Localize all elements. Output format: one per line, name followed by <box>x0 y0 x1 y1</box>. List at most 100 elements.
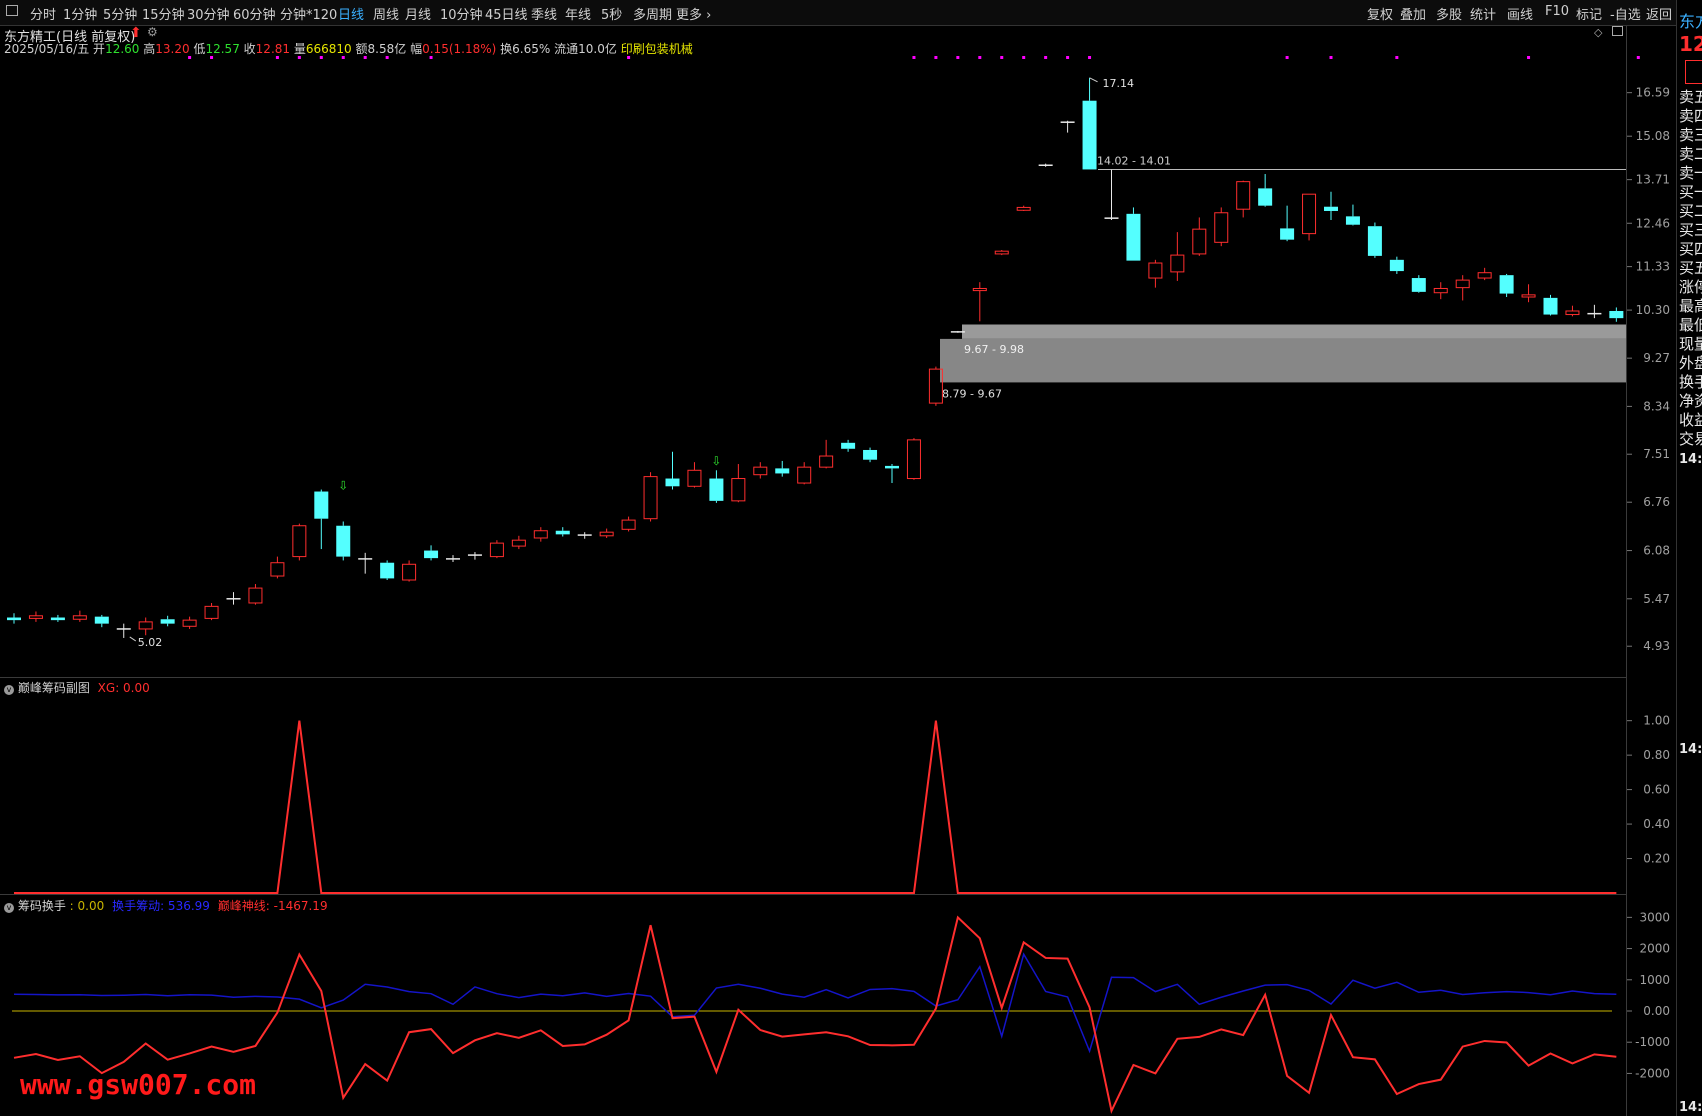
high-label: 17.14 <box>1103 77 1135 90</box>
zone-label: 9.67 - 9.98 <box>964 343 1024 356</box>
candle-body <box>687 469 702 487</box>
y-tick-label: 9.27 <box>1643 351 1670 365</box>
chip-zone-mid <box>962 324 1626 339</box>
quote-label-0: 卖五 <box>1679 88 1702 106</box>
settings-icon[interactable]: ⚙ <box>147 25 158 39</box>
period-tab-4[interactable]: 30分钟 <box>187 4 230 23</box>
toolbar-button-8[interactable]: 返回 <box>1646 4 1672 23</box>
time-label: 14:5 <box>1679 452 1702 467</box>
low-marker <box>129 636 137 642</box>
signal-dot <box>1285 56 1289 59</box>
period-tab-15[interactable]: 多周期 <box>633 4 672 23</box>
ohlc-info-line: 2025/05/16/五 开12.60 高13.20 低12.57 收12.81… <box>4 40 693 57</box>
sector-label[interactable]: 印刷包装机械 <box>621 42 693 56</box>
signal-dot <box>1000 56 1004 59</box>
candle-body <box>1016 206 1031 211</box>
toolbar-button-6[interactable]: 标记 <box>1576 4 1602 23</box>
sub2-header: v 筹码换手 : 0.00 换手筹动: 536.99 巅峰神线: -1467.1… <box>4 897 328 914</box>
collapse-icon[interactable]: v <box>4 903 14 913</box>
watermark: www.gsw007.com <box>20 1068 257 1101</box>
candle-body <box>1148 262 1163 279</box>
y-tick-label: 6.08 <box>1643 544 1670 558</box>
period-tab-3[interactable]: 15分钟 <box>142 4 185 23</box>
quote-label-1: 卖四 <box>1679 107 1702 125</box>
zone-label: 14.02 - 14.01 <box>1097 154 1171 167</box>
signal-dot <box>912 56 916 59</box>
sub1-title[interactable]: 巅峰筹码副图 <box>18 681 90 695</box>
red-box-icon[interactable] <box>1685 60 1702 84</box>
low-label: 5.02 <box>138 636 163 649</box>
quote-label-5: 买一 <box>1679 183 1702 201</box>
period-tab-2[interactable]: 5分钟 <box>103 4 137 23</box>
period-tab-16[interactable]: 更多 › <box>676 4 711 23</box>
signal-dot <box>1044 56 1048 59</box>
float-label: 流通 <box>554 42 579 56</box>
period-tab-1[interactable]: 1分钟 <box>63 4 97 23</box>
candle-body <box>665 478 680 487</box>
signal-dot <box>1088 56 1092 59</box>
toolbar-button-1[interactable]: 叠加 <box>1400 4 1426 23</box>
candle-body <box>753 466 768 476</box>
amount-label: 额 <box>355 42 368 56</box>
signal-dot <box>1527 56 1531 59</box>
candle-body <box>797 466 812 484</box>
candle-body <box>1521 294 1536 298</box>
candle-body <box>1411 278 1426 292</box>
y-tick-label: 0.80 <box>1643 748 1670 762</box>
y-tick-label: 10.30 <box>1636 303 1670 317</box>
period-tab-7[interactable]: 日线 <box>338 4 364 23</box>
toolbar-button-3[interactable]: 统计 <box>1470 4 1496 23</box>
y-tick-label: 1.00 <box>1643 714 1670 728</box>
panel-divider <box>0 677 1626 678</box>
diamond-icon[interactable]: ◇ <box>1594 26 1602 39</box>
toolbar-button-7[interactable]: -自选 <box>1610 4 1641 23</box>
y-tick-label: 0.40 <box>1643 817 1670 831</box>
change-value: 0.15(1.18%) <box>422 42 497 56</box>
sub1-xg-value: XG: 0.00 <box>97 681 150 695</box>
period-tab-6[interactable]: 分钟*120 <box>280 4 337 23</box>
candle-body <box>972 287 987 292</box>
high-value: 13.20 <box>155 42 190 56</box>
period-tab-10[interactable]: 10分钟 <box>440 4 483 23</box>
panel-toggle-icon[interactable] <box>6 5 18 16</box>
period-tab-8[interactable]: 周线 <box>373 4 399 23</box>
candle-body <box>621 519 636 530</box>
y-tick-label: 2000 <box>1639 942 1670 956</box>
turnover-value: 6.65% <box>512 42 551 56</box>
period-tab-0[interactable]: 分时 <box>30 4 56 23</box>
volume-label: 量 <box>293 42 306 56</box>
chip-turnover-subchart: 3000 2000 1000 0.00 -1000 -2000 <box>12 910 1670 1114</box>
period-tab-11[interactable]: 45日线 <box>485 4 528 23</box>
quote-side-panel: 东方 12 卖五卖四卖三卖二卖一买一买二买三买四买五涨停最高最低现量外盘换手净资… <box>1676 0 1702 1116</box>
candle-body <box>1499 275 1514 294</box>
y-tick-label: 7.51 <box>1643 447 1670 461</box>
period-tab-12[interactable]: 季线 <box>531 4 557 23</box>
turnover-label: 换 <box>500 42 513 56</box>
quote-label-11: 最高 <box>1679 297 1702 315</box>
period-tab-9[interactable]: 月线 <box>405 4 431 23</box>
toolbar-button-5[interactable]: F10 <box>1545 4 1569 19</box>
xg-series-line <box>14 720 1617 894</box>
kline-chart-area[interactable]: 16.59 15.08 13.71 12.46 11.33 10.30 9.27 8.34 7.… <box>0 0 1702 1116</box>
toolbar-button-2[interactable]: 多股 <box>1436 4 1462 23</box>
period-toolbar: 分时 1分钟 5分钟 15分钟 30分钟 60分钟 分钟*120 日线 周线 月线 10分钟 45日线… <box>0 0 1702 26</box>
sub2-title[interactable]: 筹码换手 <box>18 899 66 913</box>
candle-body <box>380 562 395 579</box>
quote-label-9: 买五 <box>1679 259 1702 277</box>
quote-label-6: 买二 <box>1679 202 1702 220</box>
candle-body <box>1280 228 1295 240</box>
window-icon[interactable] <box>1612 26 1623 36</box>
period-tab-14[interactable]: 5秒 <box>601 4 622 23</box>
y-tick-label: 13.71 <box>1636 173 1670 187</box>
signal-dot <box>934 56 938 59</box>
period-tab-5[interactable]: 60分钟 <box>233 4 276 23</box>
candle-body <box>1126 213 1141 261</box>
candle-body <box>863 449 878 460</box>
candle-body <box>511 539 526 547</box>
collapse-icon[interactable]: v <box>4 685 14 695</box>
date-value: 2025/05/16/五 <box>4 42 90 56</box>
toolbar-button-0[interactable]: 复权 <box>1367 4 1393 23</box>
candle-body <box>7 617 21 621</box>
period-tab-13[interactable]: 年线 <box>565 4 591 23</box>
toolbar-button-4[interactable]: 画线 <box>1507 4 1533 23</box>
